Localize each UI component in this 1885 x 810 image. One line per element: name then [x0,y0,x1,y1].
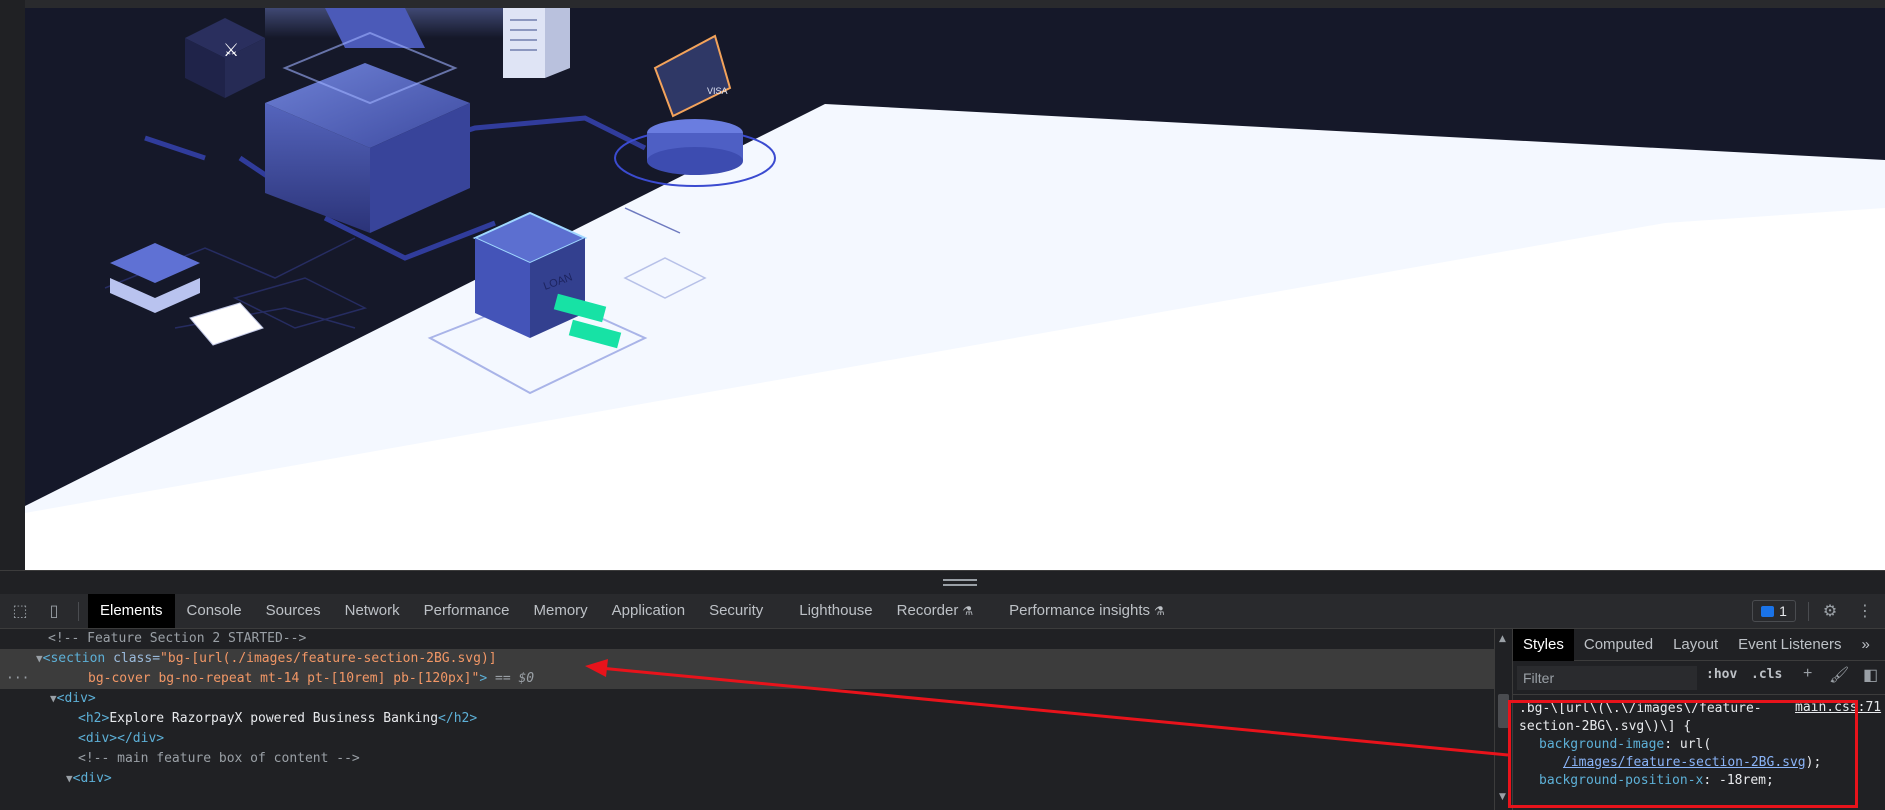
devtools-resize-handle[interactable] [0,570,1885,594]
tab-label: Performance [423,602,510,619]
dom-comment-line[interactable]: <!-- main feature box of content --> [0,749,1494,769]
tab-recorder[interactable]: Recorder ⚗ [885,594,985,628]
tab-label: Console [186,602,242,619]
tab-computed[interactable]: Computed [1574,629,1663,661]
tab-label: Network [344,602,400,619]
class-toggle[interactable]: .cls [1751,667,1782,682]
svg-text:VISA: VISA [707,86,728,96]
dom-div-line[interactable]: ▼<div> [0,769,1494,789]
tab-console[interactable]: Console [175,594,254,628]
styles-tabs: Styles Computed Layout Event Listeners » [1513,629,1885,661]
settings-gear-icon[interactable]: ⚙ [1820,601,1840,621]
class-attr-value-line1: "bg-[url(./images/feature-section-2BG.sv… [160,651,497,666]
dom-comment-line[interactable]: <!-- Feature Section 2 STARTED--> [0,629,1494,649]
resize-grip-icon[interactable] [943,579,977,586]
more-options-icon[interactable]: ⋮ [1855,601,1875,621]
h2-open-tag: <h2> [78,711,110,726]
tab-event-listeners[interactable]: Event Listeners [1728,629,1851,661]
more-tabs-chevron-icon[interactable]: » [1852,629,1880,661]
tab-label: Event Listeners [1738,636,1842,653]
dom-selected-section[interactable]: ··· ▼<section class="bg-[url(./images/fe… [0,649,1494,689]
html-comment: <!-- Feature Section 2 STARTED--> [48,631,307,646]
class-attr-name: class [113,651,153,666]
device-toolbar-icon[interactable]: ▯ [44,601,64,621]
tab-label: Recorder [896,602,959,619]
styles-filter-bar: :hov .cls + 🖌 ◧ [1513,661,1885,695]
toolbar-separator [1808,602,1809,621]
scroll-down-icon[interactable]: ▼ [1499,792,1506,802]
expand-triangle-icon[interactable]: ▼ [36,652,43,665]
class-attr-value-line2: bg-cover bg-no-repeat mt-14 pt-[10rem] p… [88,671,480,686]
tab-label: Performance insights [1009,602,1151,619]
page-viewport: ⚔ VISA LOAN [25,8,1885,570]
new-style-rule-icon[interactable]: + [1803,665,1812,683]
html-comment: <!-- main feature box of content --> [78,751,360,766]
tab-label: Computed [1583,636,1654,653]
tab-security[interactable]: Security [697,594,775,628]
tab-label: Sources [265,602,321,619]
tab-application[interactable]: Application [600,594,697,628]
tab-elements[interactable]: Elements [88,594,175,628]
experiment-flask-icon: ⚗ [962,604,974,618]
tab-layout[interactable]: Layout [1663,629,1728,661]
paint-brush-icon[interactable]: 🖌 [1829,665,1849,685]
devtools-toolbar: ⬚ ▯ Elements Console Sources Network Per… [0,594,1885,629]
h2-text: Explore RazorpayX powered Business Banki… [109,711,439,726]
section-tag: section [50,651,106,666]
tab-label: Styles [1523,636,1564,653]
issues-counter-button[interactable]: 1 [1752,600,1796,622]
tab-performance-insights[interactable]: Performance insights ⚗ [985,594,1177,628]
tab-lighthouse[interactable]: Lighthouse [775,594,884,628]
tab-network[interactable]: Network [333,594,412,628]
devtools-tabs: Elements Console Sources Network Perform… [88,594,1177,628]
empty-div-tag: <div></div> [78,731,165,746]
svg-text:⚔: ⚔ [223,40,239,61]
div-tag: <div> [72,771,112,786]
expand-triangle-icon[interactable]: ▼ [50,692,57,705]
console-ref-eq: == [487,671,519,686]
tab-sources[interactable]: Sources [254,594,333,628]
dom-div-line[interactable]: ▼<div> [0,689,1494,709]
dom-h2-line[interactable]: <h2>Explore RazorpayX powered Business B… [0,709,1494,729]
h2-close-tag: </h2> [438,711,478,726]
feature-section-illustration: ⚔ VISA LOAN [25,8,1885,570]
tab-label: Elements [100,602,163,619]
more-actions-icon[interactable]: ··· [6,669,29,689]
issues-count: 1 [1779,603,1787,619]
tab-styles[interactable]: Styles [1513,629,1574,661]
expand-triangle-icon[interactable]: ▼ [66,772,73,785]
annotation-highlight-box [1508,700,1858,808]
div-tag: <div> [56,691,96,706]
experiment-flask-icon: ⚗ [1154,604,1165,618]
dom-empty-div-line[interactable]: <div></div> [0,729,1494,749]
tab-memory[interactable]: Memory [522,594,600,628]
toggle-sidebar-icon[interactable]: ◧ [1863,665,1878,685]
more-tabs-label: » [1861,636,1870,653]
elements-dom-tree: <!-- Feature Section 2 STARTED--> ··· ▼<… [0,629,1494,810]
browser-top-strip [0,0,1885,8]
tab-label: Memory [533,602,588,619]
tab-label: Application [611,602,686,619]
toolbar-separator [78,602,79,621]
tab-performance[interactable]: Performance [412,594,522,628]
tab-label: Security [709,602,764,619]
hover-state-toggle[interactable]: :hov [1706,667,1737,682]
tab-label: Lighthouse [799,602,873,619]
tab-label: Layout [1673,636,1719,653]
inspect-element-icon[interactable]: ⬚ [10,601,30,621]
console-ref: $0 [518,671,535,686]
message-icon [1761,606,1775,617]
page-left-margin [0,0,25,570]
scroll-up-icon[interactable]: ▲ [1499,634,1506,644]
styles-filter-input[interactable] [1517,666,1697,690]
